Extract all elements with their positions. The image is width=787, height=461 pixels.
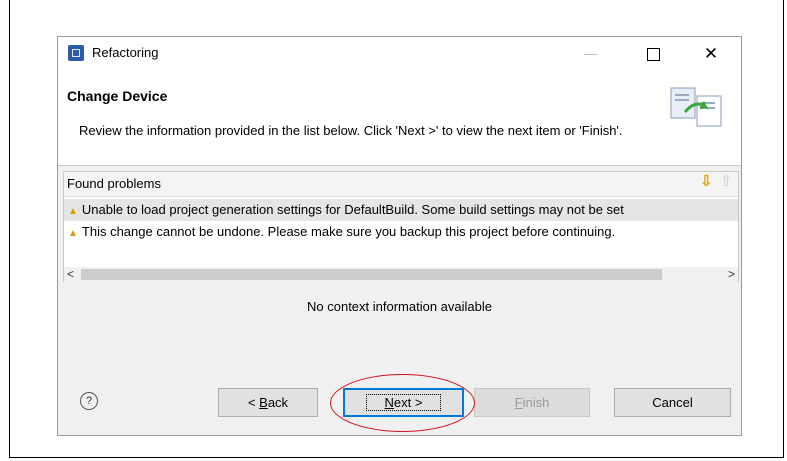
warning-icon: ▲: [68, 206, 78, 217]
maximize-icon: [646, 47, 660, 61]
horizontal-scrollbar[interactable]: < >: [64, 267, 738, 282]
next-button-focus: Next >: [365, 394, 442, 411]
scrollbar-thumb[interactable]: [81, 269, 662, 280]
refactor-wizard-icon: [670, 87, 722, 127]
maximize-button[interactable]: [630, 37, 676, 70]
panel-header: Found problems ⇩ ⇧: [64, 172, 738, 197]
next-button-label: ext >: [393, 395, 423, 410]
close-button[interactable]: ✕: [688, 37, 734, 70]
back-button-mnemonic: B: [259, 395, 268, 410]
finish-button-mnemonic: F: [514, 395, 523, 410]
previous-problem-arrow-icon[interactable]: ⇧: [720, 172, 733, 190]
back-button[interactable]: < Back: [218, 388, 318, 417]
scroll-left-icon[interactable]: <: [67, 267, 74, 282]
problem-row[interactable]: ▲ This change cannot be undone. Please ma…: [64, 221, 738, 243]
next-button[interactable]: Next >: [343, 388, 464, 417]
page-title: Change Device: [67, 88, 168, 104]
finish-button-label: inish: [522, 395, 550, 410]
back-button-label: ack: [267, 395, 289, 410]
finish-button[interactable]: Finish: [474, 388, 590, 417]
problem-text: Unable to load project generation settin…: [81, 202, 624, 217]
problem-row[interactable]: ▲ Unable to load project generation setti…: [64, 199, 738, 221]
app-icon: [68, 45, 84, 61]
minimize-button[interactable]: —: [568, 37, 614, 70]
panel-title: Found problems: [67, 176, 161, 191]
wizard-header: Change Device Review the information pro…: [58, 70, 741, 166]
context-info-message: No context information available: [307, 299, 492, 314]
page-description: Review the information provided in the l…: [79, 123, 623, 138]
help-icon[interactable]: ?: [80, 392, 98, 410]
next-problem-arrow-icon[interactable]: ⇩: [700, 172, 713, 190]
window-title: Refactoring: [92, 45, 159, 60]
refactoring-dialog: Refactoring — ✕ Change Device Review the…: [57, 36, 742, 436]
next-button-mnemonic: N: [384, 395, 394, 410]
problem-text: This change cannot be undone. Please mak…: [81, 224, 616, 239]
cancel-button[interactable]: Cancel: [614, 388, 731, 417]
title-bar: Refactoring — ✕: [58, 37, 741, 70]
found-problems-panel: Found problems ⇩ ⇧ ▲ Unable to load proje…: [63, 171, 739, 282]
warning-icon: ▲: [68, 228, 78, 239]
scroll-right-icon[interactable]: >: [728, 267, 735, 282]
back-button-prefix: <: [247, 395, 260, 410]
